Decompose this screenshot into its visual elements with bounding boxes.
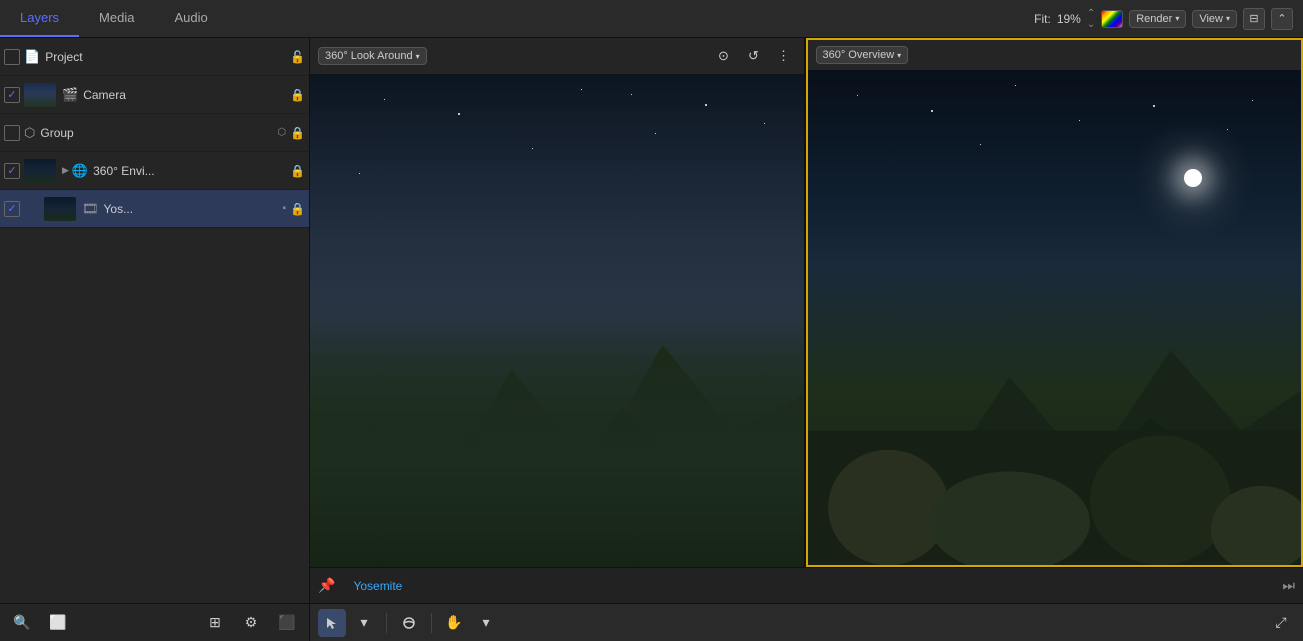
settings-button[interactable]: ⚙ <box>237 609 265 637</box>
search-button[interactable]: 🔍 <box>8 609 36 637</box>
camera-icon: 🎬 <box>62 87 78 103</box>
expand-env360-icon[interactable]: ▶ <box>62 165 69 176</box>
layer-thumb-env360 <box>24 159 56 183</box>
hand-tool-button[interactable]: ✋ <box>440 609 468 637</box>
arrow-tool-button[interactable] <box>318 609 346 637</box>
main-area: 📄 Project 🔓 🎬 Camera 🔒 ⬡ Group ⬡ 🔒 ▶ 🌐 <box>0 38 1303 641</box>
sidebar-bottom-toolbar: 🔍 ⬜ ⊞ ⚙ ⬛ <box>0 603 309 641</box>
render-dropdown[interactable]: Render ▾ <box>1129 10 1186 28</box>
layer-name-camera: Camera <box>83 88 286 102</box>
layer-row-env360[interactable]: ▶ 🌐 360° Envi... 🔒 <box>0 152 309 190</box>
grid-button[interactable]: ⊞ <box>201 609 229 637</box>
layer-checkbox-project[interactable] <box>4 49 20 65</box>
layer-name-env360: 360° Envi... <box>93 164 286 178</box>
view-dropdown[interactable]: View ▾ <box>1192 10 1237 28</box>
tab-audio[interactable]: Audio <box>154 0 227 37</box>
left-viewport-header: 360° Look Around ▾ ⊙ ↺ ⋮ <box>310 38 804 74</box>
layer-name-group: Group <box>40 126 274 140</box>
orbit-tool-button[interactable] <box>395 609 423 637</box>
layer-lock-camera: 🔒 <box>290 88 305 102</box>
viewport-rotate-icon[interactable]: ↺ <box>742 44 766 68</box>
layer-name-project: Project <box>45 50 286 64</box>
tab-layers[interactable]: Layers <box>0 0 79 37</box>
timeline-end-icon[interactable]: ⏭ <box>1282 577 1295 594</box>
layer-lock-env360: 🔒 <box>290 164 305 178</box>
panel-resize-button[interactable]: ⌃ <box>1271 8 1293 30</box>
hand-dropdown-button[interactable]: ▾ <box>472 609 500 637</box>
mountain-svg-left <box>310 271 804 567</box>
layout-toggle-button[interactable]: ⊟ <box>1243 8 1265 30</box>
arrow-tool-icon <box>325 616 339 630</box>
layers-panel: 📄 Project 🔓 🎬 Camera 🔒 ⬡ Group ⬡ 🔒 ▶ 🌐 <box>0 38 310 641</box>
layer-thumb-yosemite <box>44 197 76 221</box>
arrow-dropdown-button[interactable]: ▾ <box>350 609 378 637</box>
left-viewport-dropdown[interactable]: 360° Look Around ▾ <box>318 47 427 65</box>
expand-button[interactable]: ⤢ <box>1267 609 1295 637</box>
left-viewport: 360° Look Around ▾ ⊙ ↺ ⋮ <box>310 38 804 567</box>
layer-checkbox-env360[interactable] <box>4 163 20 179</box>
fit-value: 19% <box>1057 12 1081 26</box>
layer-checkbox-camera[interactable] <box>4 87 20 103</box>
orbit-tool-icon <box>402 616 416 630</box>
right-viewport: 360° Overview ▾ <box>806 38 1303 567</box>
fit-stepper-icon[interactable]: ⌃⌄ <box>1087 8 1095 30</box>
panel-button[interactable]: ⬜ <box>44 609 72 637</box>
group-sub-icon: ⬡ <box>277 127 286 138</box>
group-icon: ⬡ <box>24 125 35 141</box>
timeline-bar: 📌 Yosemite ⏭ <box>310 567 1303 603</box>
rocks-svg-right <box>808 392 1302 565</box>
layer-row-yosemite[interactable]: 🎞 Yos... ▪ 🔒 <box>0 190 309 228</box>
env360-icon: 🌐 <box>72 163 88 179</box>
timeline-pin-icon[interactable]: 📌 <box>318 577 335 594</box>
layer-checkbox-group[interactable] <box>4 125 20 141</box>
project-icon: 📄 <box>24 49 40 65</box>
layers-button[interactable]: ⬛ <box>273 609 301 637</box>
viewport-more-icon[interactable]: ⋮ <box>772 44 796 68</box>
layer-lock-project: 🔓 <box>290 50 305 64</box>
layer-lock-group: 🔒 <box>290 126 305 140</box>
right-viewport-content <box>808 70 1302 565</box>
layer-name-yosemite: Yos... <box>104 202 280 216</box>
tabs-left: Layers Media Audio <box>0 0 228 37</box>
layer-thumb-camera <box>24 83 56 107</box>
bottom-toolbar: ▾ ✋ ▾ ⤢ <box>310 603 1303 641</box>
right-viewport-chevron-icon: ▾ <box>897 51 901 60</box>
layer-row-group[interactable]: ⬡ Group ⬡ 🔒 <box>0 114 309 152</box>
view-chevron-icon: ▾ <box>1226 14 1230 23</box>
layer-row-camera[interactable]: 🎬 Camera 🔒 <box>0 76 309 114</box>
separator-1 <box>386 613 387 633</box>
sidebar-spacer <box>0 228 309 603</box>
top-bar: Layers Media Audio Fit: 19% ⌃⌄ Render ▾ … <box>0 0 1303 38</box>
separator-2 <box>431 613 432 633</box>
layer-lock-yosemite: 🔒 <box>290 202 305 216</box>
right-viewport-header: 360° Overview ▾ <box>808 40 1302 70</box>
left-scene <box>310 74 804 567</box>
right-scene <box>808 70 1302 565</box>
render-chevron-icon: ▾ <box>1175 14 1179 23</box>
viewports-row: 360° Look Around ▾ ⊙ ↺ ⋮ <box>310 38 1303 567</box>
yosemite-extra-icon: ▪ <box>283 203 287 214</box>
stars-left <box>310 74 804 567</box>
viewer-area: 360° Look Around ▾ ⊙ ↺ ⋮ <box>310 38 1303 641</box>
yosemite-film-icon: 🎞 <box>82 201 99 217</box>
left-viewport-content <box>310 74 804 567</box>
left-viewport-chevron-icon: ▾ <box>416 52 420 61</box>
top-bar-controls: Fit: 19% ⌃⌄ Render ▾ View ▾ ⊟ ⌃ <box>1034 8 1303 30</box>
timeline-clip-label: Yosemite <box>353 579 402 593</box>
layer-checkbox-yosemite[interactable] <box>4 201 20 217</box>
color-swatch[interactable] <box>1101 10 1123 28</box>
fit-label: Fit: <box>1034 12 1051 26</box>
viewport-crosshair-icon[interactable]: ⊙ <box>712 44 736 68</box>
tab-media[interactable]: Media <box>79 0 154 37</box>
layer-row-project[interactable]: 📄 Project 🔓 <box>0 38 309 76</box>
right-viewport-dropdown[interactable]: 360° Overview ▾ <box>816 46 909 64</box>
